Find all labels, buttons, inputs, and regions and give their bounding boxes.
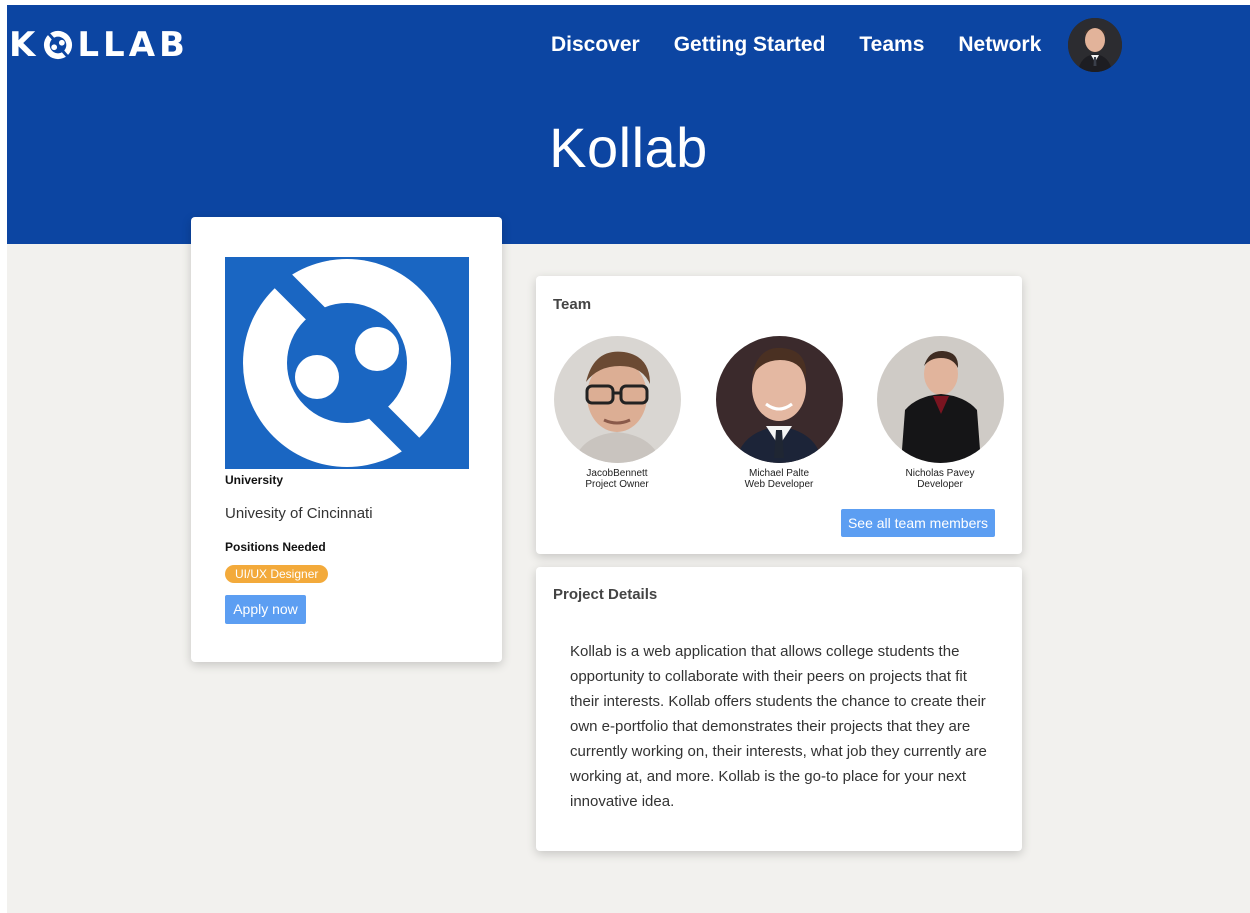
user-avatar[interactable] <box>1068 18 1123 72</box>
page-title: Kollab <box>549 116 708 179</box>
team-member[interactable]: JacobBennett Project Owner <box>553 336 681 490</box>
member-photo-icon <box>553 336 681 463</box>
main-nav: Discover Getting Started Teams Network <box>551 18 1123 72</box>
member-name: Michael Palte <box>748 468 810 479</box>
project-summary-card: University Univesity of Cincinnati Posit… <box>191 217 502 662</box>
positions-needed-label: Positions Needed <box>225 540 326 554</box>
project-details-title: Project Details <box>553 586 658 603</box>
brand-logo[interactable]: K LLAB <box>9 25 189 65</box>
member-name: JacobBennett <box>586 468 648 479</box>
project-description: Kollab is a web application that allows … <box>570 643 987 810</box>
project-logo <box>225 257 469 469</box>
nav-teams[interactable]: Teams <box>859 33 924 57</box>
team-member[interactable]: Michael Palte Web Developer <box>715 336 843 490</box>
brand-letter-k: K <box>9 25 40 65</box>
member-photo <box>715 336 843 463</box>
kollab-logo-icon <box>225 257 469 469</box>
hero-header: K LLAB Discover Getting Started Teams Ne… <box>7 5 1250 244</box>
member-role: Web Developer <box>744 479 814 490</box>
kollab-logo-icon <box>44 30 73 60</box>
team-card: Team JacobBennett Project Owner Michael … <box>536 276 1022 554</box>
team-member[interactable]: Nicholas Pavey Developer <box>876 336 1004 490</box>
apply-now-button[interactable]: Apply now <box>225 595 306 624</box>
university-label: University <box>225 473 284 487</box>
position-badge[interactable]: UI/UX Designer <box>225 565 329 583</box>
nav-network[interactable]: Network <box>958 33 1041 57</box>
brand-letters-llab: LLAB <box>77 25 189 65</box>
member-photo-icon <box>715 336 843 463</box>
member-photo <box>876 336 1004 463</box>
member-photo-icon <box>876 336 1004 463</box>
see-all-team-members-button[interactable]: See all team members <box>841 509 995 537</box>
page: K LLAB Discover Getting Started Teams Ne… <box>7 5 1250 913</box>
university-value: Univesity of Cincinnati <box>225 505 373 522</box>
nav-getting-started[interactable]: Getting Started <box>674 33 826 57</box>
member-name: Nicholas Pavey <box>905 468 975 479</box>
user-avatar-icon <box>1068 18 1123 72</box>
member-role: Project Owner <box>585 479 649 490</box>
member-photo <box>553 336 681 463</box>
team-title: Team <box>553 296 592 313</box>
nav-discover[interactable]: Discover <box>551 33 640 57</box>
member-role: Developer <box>917 479 963 490</box>
project-details-card: Project Details Kollab is a web applicat… <box>536 567 1022 851</box>
